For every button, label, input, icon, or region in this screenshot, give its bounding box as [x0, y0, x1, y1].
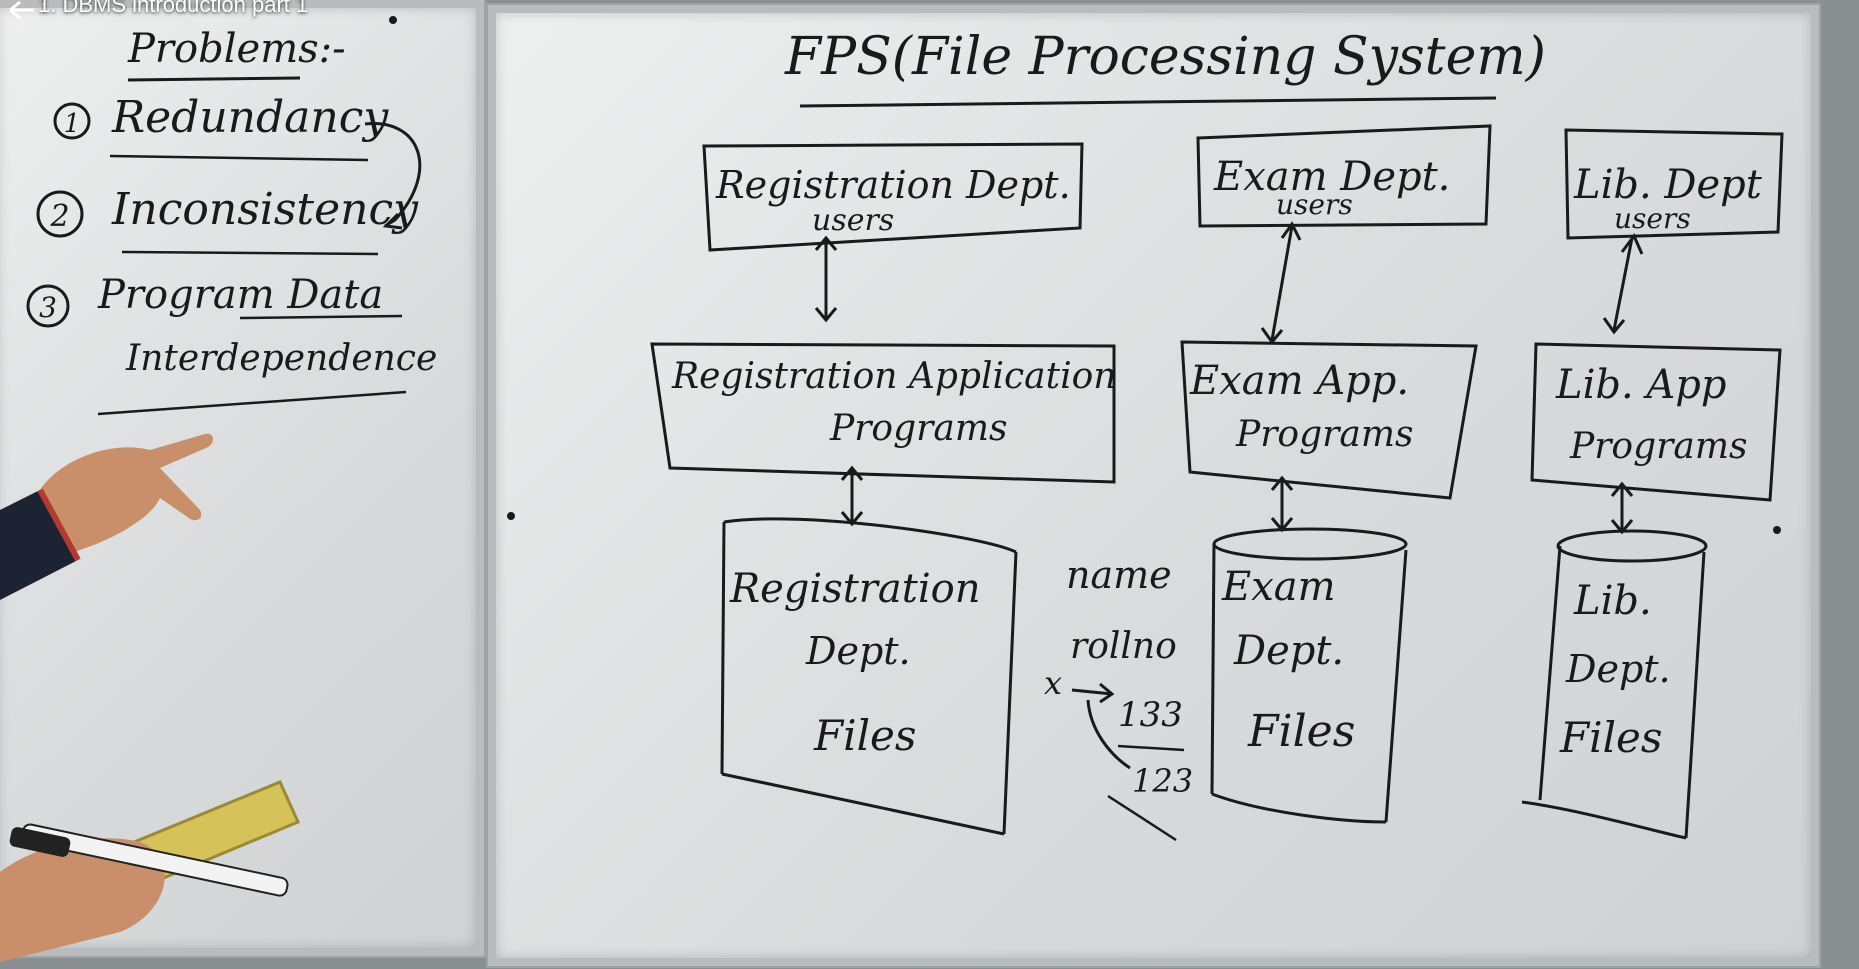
lib-files-line1: Lib.	[1573, 578, 1652, 624]
item-2-text: Inconsistency	[111, 184, 419, 235]
registration-users-line1: Registration Dept.	[715, 163, 1071, 207]
lib-app-line2: Programs	[1569, 426, 1747, 467]
pointing-hand	[0, 433, 214, 600]
note-value-1: 133	[1118, 695, 1183, 735]
lib-files-line3: Files	[1559, 713, 1662, 762]
note-rollno: rollno	[1070, 626, 1177, 667]
exam-app-line1: Exam App.	[1189, 358, 1409, 404]
back-arrow-icon[interactable]	[8, 0, 36, 20]
exam-files-line1: Exam	[1221, 564, 1336, 610]
exam-app-line2: Programs	[1235, 414, 1413, 455]
item-1-text: Redundancy	[111, 92, 389, 143]
exam-files-line3: Files	[1247, 706, 1355, 757]
lib-users-line2: users	[1614, 202, 1691, 235]
note-value-2: 123	[1132, 762, 1193, 800]
lib-files-line2: Dept.	[1565, 647, 1671, 691]
problems-heading: Problems:-	[127, 26, 346, 72]
item-3-text-line2: Interdependence	[125, 338, 437, 379]
note-name: name	[1066, 553, 1172, 597]
registration-files-line3: Files	[813, 711, 916, 760]
registration-users-line2: users	[812, 203, 894, 238]
registration-app-line1: Registration Application	[671, 356, 1116, 397]
video-title: 1. DBMS introduction part 1	[38, 0, 309, 17]
registration-files-line2: Dept.	[805, 629, 911, 673]
item-3-number: 3	[39, 291, 57, 324]
fps-title: FPS(File Processing System)	[784, 27, 1546, 87]
exam-users-line2: users	[1276, 188, 1353, 221]
lib-app-line1: Lib. App	[1555, 362, 1727, 408]
marker-hand	[0, 780, 300, 962]
registration-app-line2: Programs	[829, 408, 1007, 449]
exam-files-line2: Dept.	[1233, 628, 1344, 674]
registration-files-line1: Registration	[729, 566, 980, 612]
item-3-text-line1: Program Data	[97, 272, 383, 318]
item-1-number: 1	[64, 109, 81, 139]
note-x: x	[1044, 664, 1062, 702]
item-2-number: 2	[49, 199, 69, 234]
